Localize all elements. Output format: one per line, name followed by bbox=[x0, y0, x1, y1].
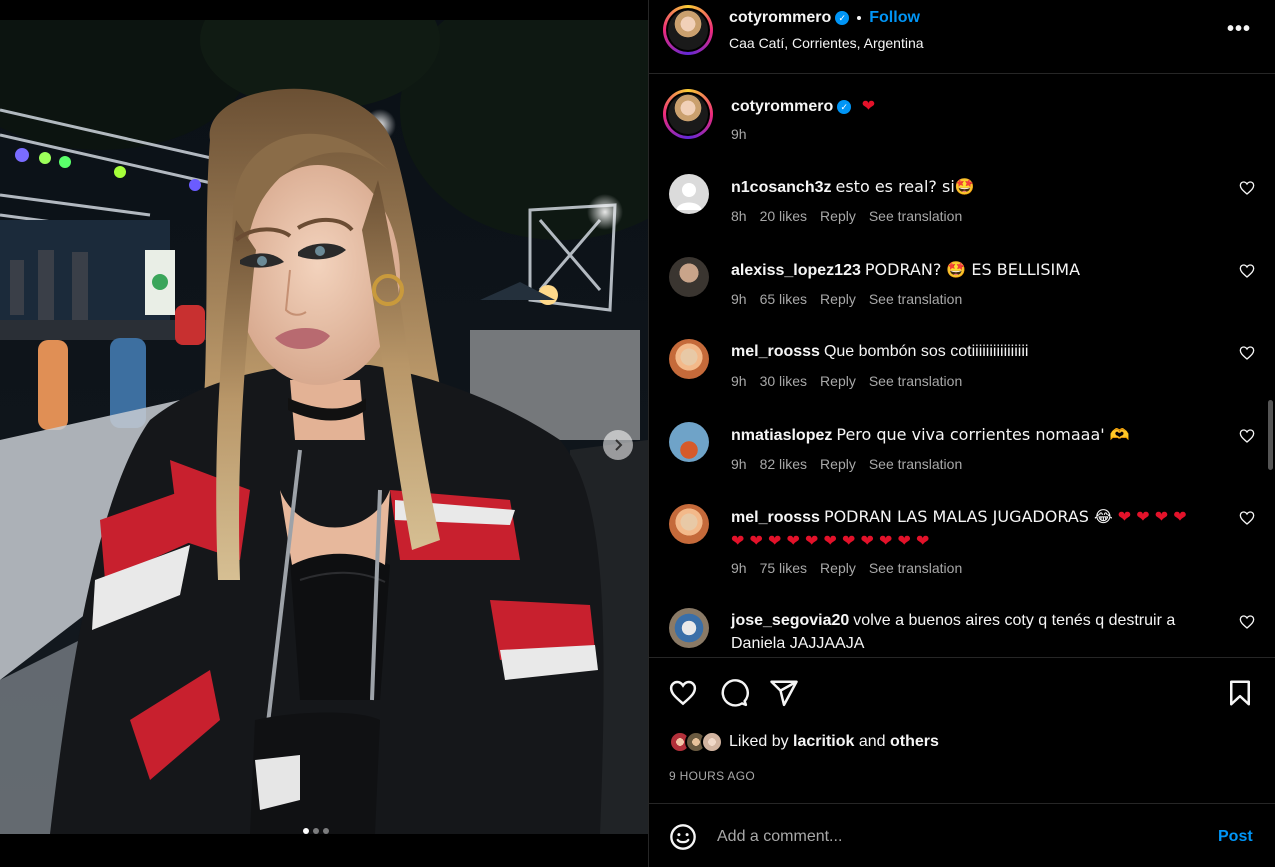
liked-by-user[interactable]: lacritiok bbox=[793, 733, 854, 751]
comments-list[interactable]: cotyrommero ✓ ❤ 9h n1cosanch3z esto es rea… bbox=[649, 75, 1275, 657]
comment-text-block: mel_roosss Que bombón sos cotiiiiiiiiiiii… bbox=[731, 340, 1221, 363]
chevron-right-icon bbox=[615, 439, 623, 451]
post-location[interactable]: Caa Catí, Corrientes, Argentina bbox=[729, 35, 924, 51]
reply-button[interactable]: Reply bbox=[820, 456, 856, 472]
comment-text-block: n1cosanch3z esto es real? si🤩 bbox=[731, 175, 1221, 199]
caption-username[interactable]: cotyrommero bbox=[731, 98, 833, 115]
comment-username[interactable]: n1cosanch3z bbox=[731, 179, 831, 196]
post-image[interactable] bbox=[0, 20, 648, 834]
carousel-indicator bbox=[303, 828, 329, 834]
comment-likes[interactable]: 65 likes bbox=[760, 291, 807, 307]
photo-illustration bbox=[0, 20, 648, 834]
post-actions: Liked by lacritiok and others 9 HOURS AG… bbox=[649, 657, 1275, 803]
verified-badge-icon: ✓ bbox=[837, 99, 852, 114]
share-icon[interactable] bbox=[769, 678, 799, 708]
post-panel: cotyrommero ✓ Follow Caa Catí, Corrientes,… bbox=[648, 0, 1275, 867]
comment-time[interactable]: 9h bbox=[731, 373, 747, 389]
see-translation-button[interactable]: See translation bbox=[869, 560, 962, 576]
verified-badge-icon: ✓ bbox=[835, 10, 850, 25]
comment-likes[interactable]: 82 likes bbox=[760, 456, 807, 472]
comment-avatar[interactable] bbox=[669, 174, 709, 214]
author-username[interactable]: cotyrommero bbox=[729, 9, 831, 26]
reply-button[interactable]: Reply bbox=[820, 373, 856, 389]
follow-button[interactable]: Follow bbox=[869, 9, 920, 26]
carousel-dot bbox=[323, 828, 329, 834]
save-bookmark-icon[interactable] bbox=[1225, 678, 1255, 708]
comment-username[interactable]: mel_roosss bbox=[731, 343, 820, 360]
comment-text-block: nmatiaslopez Pero que viva corrientes nom… bbox=[731, 423, 1221, 447]
comment-like-icon[interactable] bbox=[1239, 263, 1255, 279]
comment-like-icon[interactable] bbox=[1239, 428, 1255, 444]
add-comment-bar: Post bbox=[649, 803, 1275, 867]
see-translation-button[interactable]: See translation bbox=[869, 291, 962, 307]
caption-time: 9h bbox=[731, 126, 747, 142]
comment-likes[interactable]: 75 likes bbox=[760, 560, 807, 576]
liked-by-and: and bbox=[858, 733, 886, 750]
comment-like-icon[interactable] bbox=[1239, 345, 1255, 361]
comment-meta: 9h 75 likes Reply See translation bbox=[731, 560, 962, 576]
comment-username[interactable]: nmatiaslopez bbox=[731, 427, 832, 444]
caption-avatar[interactable] bbox=[663, 89, 713, 139]
more-options-icon[interactable]: ••• bbox=[1227, 18, 1251, 41]
emoji-picker-icon[interactable] bbox=[669, 823, 697, 851]
comment-meta: 9h 30 likes Reply See translation bbox=[731, 373, 962, 389]
comment-time[interactable]: 8h bbox=[731, 208, 747, 224]
comment-time[interactable]: 9h bbox=[731, 291, 747, 307]
comment-avatar[interactable] bbox=[669, 422, 709, 462]
separator-dot bbox=[857, 15, 862, 20]
comment-avatar[interactable] bbox=[669, 257, 709, 297]
like-heart-icon[interactable] bbox=[668, 678, 698, 708]
comment-username[interactable]: alexiss_lopez123 bbox=[731, 262, 861, 279]
comment-text: esto es real? si🤩 bbox=[835, 177, 975, 196]
see-translation-button[interactable]: See translation bbox=[869, 373, 962, 389]
reply-button[interactable]: Reply bbox=[820, 208, 856, 224]
post-header: cotyrommero ✓ Follow Caa Catí, Corrientes,… bbox=[649, 0, 1275, 74]
see-translation-button[interactable]: See translation bbox=[869, 208, 962, 224]
comment-avatar[interactable] bbox=[669, 339, 709, 379]
carousel-dot bbox=[313, 828, 319, 834]
comment-like-icon[interactable] bbox=[1239, 180, 1255, 196]
comment-avatar[interactable] bbox=[669, 504, 709, 544]
liked-by-others[interactable]: others bbox=[890, 733, 939, 751]
author-line: cotyrommero ✓ Follow bbox=[729, 9, 920, 27]
comment-icon[interactable] bbox=[719, 678, 749, 708]
comment-username[interactable]: mel_roosss bbox=[731, 509, 820, 526]
window-scrollbar[interactable] bbox=[1268, 400, 1273, 470]
comment-time[interactable]: 9h bbox=[731, 456, 747, 472]
comment-likes[interactable]: 20 likes bbox=[760, 208, 807, 224]
comment-text: Que bombón sos cotiiiiiiiiiiiiiiii bbox=[823, 343, 1029, 360]
add-comment-input[interactable] bbox=[717, 824, 1187, 850]
comment-like-icon[interactable] bbox=[1239, 510, 1255, 526]
comment-likes[interactable]: 30 likes bbox=[760, 373, 807, 389]
comment-text-block: jose_segovia20 volve a buenos aires coty … bbox=[731, 609, 1221, 655]
author-avatar[interactable] bbox=[663, 5, 713, 55]
comment-text: Pero que viva corrientes nomaaa' 🫶 bbox=[836, 425, 1130, 444]
comment-meta: 9h 65 likes Reply See translation bbox=[731, 291, 962, 307]
comment-username[interactable]: jose_segovia20 bbox=[731, 612, 849, 629]
caption-text: ❤ bbox=[861, 96, 876, 115]
post-comment-button[interactable]: Post bbox=[1218, 828, 1253, 846]
comment-meta: 8h 20 likes Reply See translation bbox=[731, 208, 962, 224]
comment-time[interactable]: 9h bbox=[731, 560, 747, 576]
see-translation-button[interactable]: See translation bbox=[869, 456, 962, 472]
post-timestamp[interactable]: 9 HOURS AGO bbox=[669, 769, 755, 783]
comment-text-block: mel_roosss PODRAN LAS MALAS JUGADORAS 😂 ❤… bbox=[731, 505, 1201, 553]
comment-text-block: alexiss_lopez123 PODRAN? 🤩 ES BELLISIMA bbox=[731, 258, 1221, 282]
carousel-dot bbox=[303, 828, 309, 834]
liked-by-avatars[interactable] bbox=[669, 731, 723, 753]
comment-text: PODRAN? 🤩 ES BELLISIMA bbox=[864, 260, 1081, 279]
comment-meta: 9h 82 likes Reply See translation bbox=[731, 456, 962, 472]
comment-avatar[interactable] bbox=[669, 608, 709, 648]
reply-button[interactable]: Reply bbox=[820, 560, 856, 576]
liked-by-prefix: Liked by bbox=[729, 733, 789, 750]
carousel-next-button[interactable] bbox=[603, 430, 633, 460]
comment-like-icon[interactable] bbox=[1239, 614, 1255, 630]
caption-line: cotyrommero ✓ ❤ bbox=[731, 96, 875, 116]
liked-by-row: Liked by lacritiok and others bbox=[669, 731, 939, 753]
reply-button[interactable]: Reply bbox=[820, 291, 856, 307]
